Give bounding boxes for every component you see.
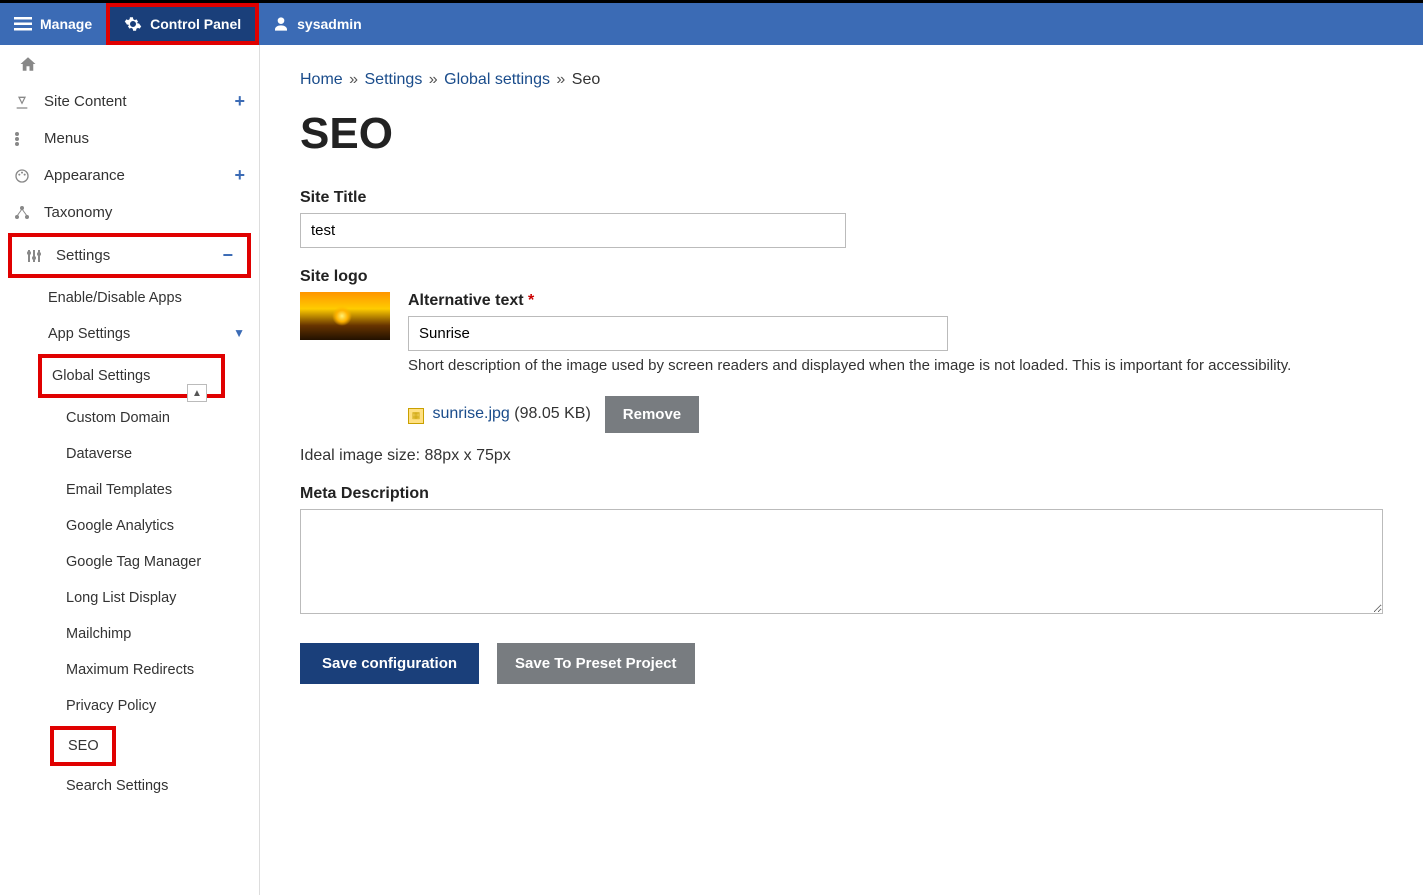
- site-logo-group: Site logo Alternative text * Short descr…: [300, 268, 1383, 465]
- breadcrumb-settings[interactable]: Settings: [365, 71, 423, 88]
- sidebar-leaf-seo[interactable]: SEO: [54, 730, 112, 762]
- sidebar-leaf-maximum-redirects[interactable]: Maximum Redirects: [0, 652, 259, 688]
- sidebar-item-label: Appearance: [44, 167, 125, 184]
- breadcrumb-global[interactable]: Global settings: [444, 71, 550, 88]
- save-configuration-button[interactable]: Save configuration: [300, 643, 479, 684]
- taxonomy-icon: [14, 205, 38, 221]
- user-icon: [273, 16, 289, 32]
- topbar: Manage Control Panel sysadmin: [0, 0, 1423, 45]
- site-title-label: Site Title: [300, 189, 1383, 207]
- sidebar-leaf-long-list-display[interactable]: Long List Display: [0, 580, 259, 616]
- sidebar-item-label: Global Settings: [52, 368, 150, 384]
- breadcrumb-home[interactable]: Home: [300, 71, 343, 88]
- file-icon: ▦: [408, 408, 424, 424]
- hamburger-icon: [14, 17, 32, 31]
- sliders-icon: [26, 248, 50, 264]
- sidebar-leaf-google-tag-manager[interactable]: Google Tag Manager: [0, 544, 259, 580]
- sidebar-item-label: Menus: [44, 130, 89, 147]
- action-buttons: Save configuration Save To Preset Projec…: [300, 643, 1383, 684]
- sidebar-leaf-google-analytics[interactable]: Google Analytics: [0, 508, 259, 544]
- main-content: Home » Settings » Global settings » Seo …: [260, 45, 1423, 895]
- home-icon: [18, 55, 241, 73]
- content-icon: [14, 94, 38, 110]
- sidebar-sub-app-settings[interactable]: App Settings ▼: [0, 316, 259, 352]
- sidebar-leaf-privacy-policy[interactable]: Privacy Policy: [0, 688, 259, 724]
- site-logo-label: Site logo: [300, 268, 1383, 286]
- sidebar-item-site-content[interactable]: Site Content +: [0, 83, 259, 120]
- sidebar-leaf-mailchimp[interactable]: Mailchimp: [0, 616, 259, 652]
- ideal-size-note: Ideal image size: 88px x 75px: [300, 447, 1383, 465]
- breadcrumb-current: Seo: [572, 71, 600, 88]
- chevron-up-icon[interactable]: ▲: [187, 384, 207, 402]
- sidebar-item-menus[interactable]: Menus: [0, 120, 259, 157]
- page-title: SEO: [300, 109, 1383, 159]
- sidebar-leaf-custom-domain[interactable]: Custom Domain: [0, 400, 259, 436]
- alt-text-hint: Short description of the image used by s…: [408, 357, 1383, 374]
- file-size: (98.05 KB): [514, 405, 590, 422]
- control-panel-menu[interactable]: Control Panel: [106, 3, 259, 45]
- meta-description-label: Meta Description: [300, 485, 1383, 503]
- plus-icon[interactable]: +: [234, 91, 245, 112]
- sidebar-item-taxonomy[interactable]: Taxonomy: [0, 194, 259, 231]
- user-label: sysadmin: [297, 16, 362, 32]
- appearance-icon: [14, 168, 38, 184]
- minus-icon[interactable]: −: [222, 245, 233, 266]
- required-marker: *: [528, 292, 534, 309]
- sidebar-leaf-search-settings[interactable]: Search Settings: [0, 768, 259, 804]
- sidebar-sub-enable-disable-apps[interactable]: Enable/Disable Apps: [0, 280, 259, 316]
- sidebar-leaf-email-templates[interactable]: Email Templates: [0, 472, 259, 508]
- sidebar-item-settings[interactable]: Settings −: [12, 237, 247, 274]
- manage-label: Manage: [40, 16, 92, 32]
- site-title-input[interactable]: [300, 213, 846, 248]
- plus-icon[interactable]: +: [234, 165, 245, 186]
- control-panel-label: Control Panel: [150, 16, 241, 32]
- sidebar-item-label: Settings: [56, 247, 110, 264]
- sidebar-home[interactable]: [0, 45, 259, 83]
- sidebar-leaf-dataverse[interactable]: Dataverse: [0, 436, 259, 472]
- meta-description-input[interactable]: [300, 509, 1383, 614]
- breadcrumb: Home » Settings » Global settings » Seo: [300, 71, 1383, 89]
- remove-button[interactable]: Remove: [605, 396, 699, 433]
- alt-text-input[interactable]: [408, 316, 948, 351]
- sidebar-item-label: Enable/Disable Apps: [48, 290, 182, 306]
- logo-thumbnail: [300, 292, 390, 340]
- user-menu[interactable]: sysadmin: [259, 3, 376, 45]
- sidebar-item-label: App Settings: [48, 326, 130, 342]
- file-link[interactable]: sunrise.jpg: [432, 405, 509, 422]
- chevron-down-icon[interactable]: ▼: [233, 326, 245, 340]
- gear-icon: [124, 15, 142, 33]
- manage-menu[interactable]: Manage: [0, 3, 106, 45]
- alt-text-label: Alternative text *: [408, 292, 1383, 310]
- sidebar-item-label: Taxonomy: [44, 204, 112, 221]
- sidebar-item-appearance[interactable]: Appearance +: [0, 157, 259, 194]
- site-title-group: Site Title: [300, 189, 1383, 248]
- meta-description-group: Meta Description: [300, 485, 1383, 619]
- sidebar-item-label: Site Content: [44, 93, 127, 110]
- menus-icon: [14, 131, 38, 147]
- sidebar-sub-global-settings[interactable]: Global Settings ▲: [42, 358, 221, 394]
- sidebar: Site Content + Menus Appearance + Taxono…: [0, 45, 260, 895]
- save-preset-button[interactable]: Save To Preset Project: [497, 643, 694, 684]
